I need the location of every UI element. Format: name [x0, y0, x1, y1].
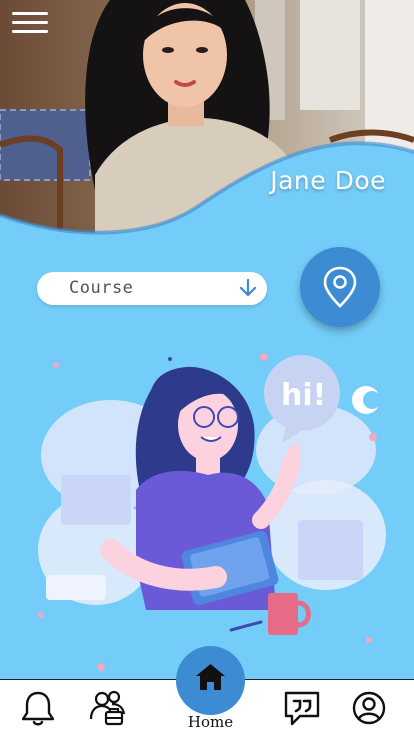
arrow-down-icon: [239, 278, 257, 297]
profile-hero: [0, 0, 414, 250]
profile-photo: [0, 0, 414, 235]
home-icon: [196, 664, 225, 690]
menu-icon[interactable]: [12, 12, 48, 38]
map-pin-icon: [323, 266, 357, 308]
nav-profile[interactable]: [349, 688, 389, 728]
location-button[interactable]: [300, 247, 380, 327]
course-dropdown-label: Course: [69, 278, 134, 298]
user-name: Jane Doe: [270, 166, 386, 195]
course-dropdown[interactable]: Course: [37, 272, 267, 305]
nav-messages[interactable]: [282, 688, 322, 728]
hero-illustration: hi!: [36, 345, 386, 675]
nav-home-label: Home: [187, 713, 234, 731]
bell-icon: [21, 691, 55, 726]
nav-groups[interactable]: [88, 688, 128, 728]
nav-home[interactable]: [176, 646, 245, 715]
nav-notifications[interactable]: [18, 688, 58, 728]
chat-quote-icon: [284, 691, 320, 726]
svg-text:hi!: hi!: [281, 378, 326, 413]
group-icon: [89, 690, 126, 726]
user-icon: [352, 691, 386, 725]
